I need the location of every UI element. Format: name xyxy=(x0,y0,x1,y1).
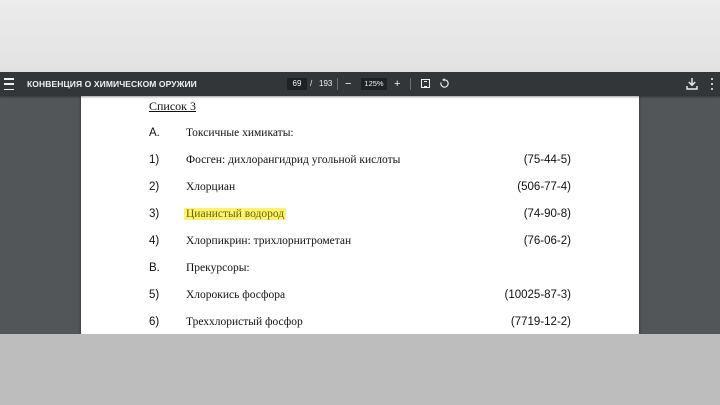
page-separator: / xyxy=(310,79,313,88)
list-item: 1) Фосген: дихлорангидрид угольной кисло… xyxy=(81,154,639,170)
list-item: A. Токсичные химикаты: xyxy=(81,127,639,143)
pdf-page: Список 3 A. Токсичные химикаты: 1) Фосге… xyxy=(81,96,639,334)
item-name: Хлорокись фосфора xyxy=(186,289,286,301)
zoom-out-button[interactable]: − xyxy=(345,72,351,96)
page-number-input[interactable] xyxy=(287,78,307,90)
fit-page-icon[interactable] xyxy=(421,79,430,88)
item-number: 2) xyxy=(149,181,160,193)
pdf-viewer: КОНВЕНЦИЯ О ХИМИЧЕСКОМ ОРУЖИИ / 193 − 12… xyxy=(0,72,720,334)
item-number: A. xyxy=(149,127,160,139)
bottom-backdrop xyxy=(0,334,720,405)
item-cas-number: (76-06-2) xyxy=(523,235,571,247)
toolbar-divider xyxy=(410,78,411,90)
item-cas-number: (506-77-4) xyxy=(517,181,571,193)
item-cas-number: (74-90-8) xyxy=(523,208,571,220)
text-highlight: Цианистый водород xyxy=(184,208,287,220)
list-item: 6) Треххлористый фосфор (7719-12-2) xyxy=(81,316,639,332)
item-name: Хлорциан xyxy=(186,181,236,193)
item-number: 4) xyxy=(149,235,160,247)
top-backdrop xyxy=(0,0,720,72)
pdf-toolbar: КОНВЕНЦИЯ О ХИМИЧЕСКОМ ОРУЖИИ / 193 − 12… xyxy=(0,72,720,96)
item-name: Хлорпикрин: трихлорнитрометан xyxy=(186,235,352,247)
page-total: 193 xyxy=(319,79,333,88)
item-number: B. xyxy=(149,262,160,274)
item-name: Фосген: дихлорангидрид угольной кислоты xyxy=(186,154,401,166)
zoom-level-input[interactable]: 125% xyxy=(361,78,387,90)
list-item: 4) Хлорпикрин: трихлорнитрометан (76-06-… xyxy=(81,235,639,251)
item-name-highlighted[interactable]: Цианистый водород xyxy=(184,208,287,220)
more-icon[interactable] xyxy=(710,78,714,90)
schedule-title: Список 3 xyxy=(149,99,197,113)
zoom-in-button[interactable]: + xyxy=(394,72,400,96)
item-cas-number: (7719-12-2) xyxy=(510,316,571,328)
download-icon[interactable] xyxy=(686,77,698,90)
item-number: 3) xyxy=(149,208,160,220)
item-number: 6) xyxy=(149,316,160,328)
item-cas-number: (10025-87-3) xyxy=(504,289,571,301)
rotate-icon[interactable] xyxy=(439,78,450,89)
list-item: 5) Хлорокись фосфора (10025-87-3) xyxy=(81,289,639,305)
menu-icon[interactable] xyxy=(4,78,14,90)
item-cas-number: (75-44-5) xyxy=(523,154,571,166)
document-title: КОНВЕНЦИЯ О ХИМИЧЕСКОМ ОРУЖИИ xyxy=(27,79,197,89)
item-name: Треххлористый фосфор xyxy=(186,316,303,328)
item-name: Токсичные химикаты: xyxy=(186,127,294,139)
list-item: B. Прекурсоры: xyxy=(81,262,639,278)
item-number: 1) xyxy=(149,154,160,166)
toolbar-divider xyxy=(337,78,338,90)
list-item: 2) Хлорциан (506-77-4) xyxy=(81,181,639,197)
list-item: 3) Цианистый водород (74-90-8) xyxy=(81,208,639,224)
item-number: 5) xyxy=(149,289,160,301)
item-name: Прекурсоры: xyxy=(186,262,250,274)
